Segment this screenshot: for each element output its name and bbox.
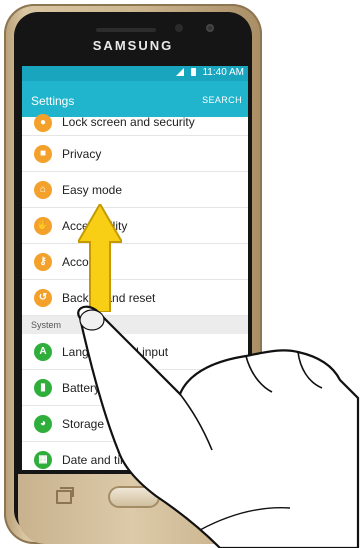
status-icons: 11:40 AM bbox=[175, 67, 244, 78]
app-bar: Settings SEARCH bbox=[22, 81, 248, 117]
page-title: Settings bbox=[31, 94, 75, 108]
battery-status-icon bbox=[190, 68, 196, 77]
settings-item-label: Easy mode bbox=[62, 183, 123, 197]
storage-icon: ◕ bbox=[34, 415, 52, 433]
key-icon: ⚷ bbox=[34, 253, 52, 271]
sensor-icon bbox=[175, 24, 183, 32]
swipe-up-arrow-icon bbox=[78, 204, 122, 312]
settings-item-label: Lock screen and security bbox=[62, 115, 195, 129]
signal-icon bbox=[175, 68, 184, 77]
brand-logo: SAMSUNG bbox=[92, 38, 174, 53]
settings-item-accessibility[interactable]: ✋ Accessibility bbox=[22, 208, 248, 244]
calendar-icon: ▦ bbox=[34, 451, 52, 469]
easy-mode-icon: ⌂ bbox=[34, 181, 52, 199]
front-camera-icon bbox=[206, 24, 214, 32]
privacy-icon: ■ bbox=[34, 145, 52, 163]
settings-item-label: Privacy bbox=[62, 147, 102, 161]
settings-item-accounts[interactable]: ⚷ Accounts bbox=[22, 244, 248, 280]
lock-icon: ● bbox=[34, 114, 52, 132]
backup-icon: ↺ bbox=[34, 289, 52, 307]
battery-icon: ▮ bbox=[34, 379, 52, 397]
settings-item-easy-mode[interactable]: ⌂ Easy mode bbox=[22, 172, 248, 208]
settings-item-lock-screen[interactable]: ● Lock screen and security bbox=[22, 114, 248, 136]
accessibility-icon: ✋ bbox=[34, 217, 52, 235]
language-icon: A bbox=[34, 343, 52, 361]
status-bar: 11:40 AM bbox=[22, 66, 248, 81]
search-button[interactable]: SEARCH bbox=[202, 95, 242, 105]
speaker-grille bbox=[96, 28, 156, 32]
settings-item-privacy[interactable]: ■ Privacy bbox=[22, 136, 248, 172]
status-time: 11:40 AM bbox=[202, 67, 244, 78]
hand-gesture-icon bbox=[77, 305, 360, 548]
